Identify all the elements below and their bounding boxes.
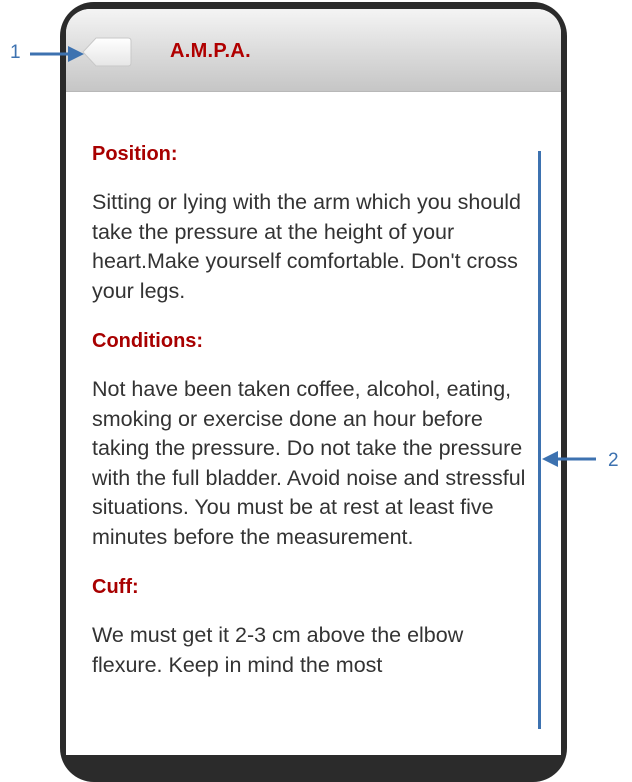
scroll-extent-line (538, 151, 541, 729)
content-scroll-area[interactable]: Position: Sitting or lying with the arm … (92, 143, 538, 704)
section-body: Sitting or lying with the arm which you … (92, 190, 522, 303)
callout-label-2: 2 (608, 450, 619, 471)
callout-label-1: 1 (10, 42, 21, 63)
section-body: Not have been taken coffee, alcohol, eat… (92, 377, 526, 549)
page-title: A.M.P.A. (170, 40, 251, 62)
section-heading: Cuff: (92, 576, 139, 598)
section-cuff: Cuff: We must get it 2-3 cm above the el… (92, 576, 538, 680)
section-position: Position: Sitting or lying with the arm … (92, 143, 538, 306)
section-heading: Position: (92, 143, 178, 165)
section-heading: Conditions: (92, 330, 204, 352)
app-screen: A.M.P.A. Position: Sitting or lying with… (66, 9, 561, 755)
callout-arrow-2-icon (542, 451, 596, 467)
navigation-bar: A.M.P.A. (66, 9, 561, 92)
callout-arrow-1-icon (30, 46, 84, 62)
section-body: We must get it 2-3 cm above the elbow fl… (92, 623, 464, 677)
back-arrow-icon[interactable] (82, 37, 132, 67)
section-conditions: Conditions: Not have been taken coffee, … (92, 330, 538, 552)
